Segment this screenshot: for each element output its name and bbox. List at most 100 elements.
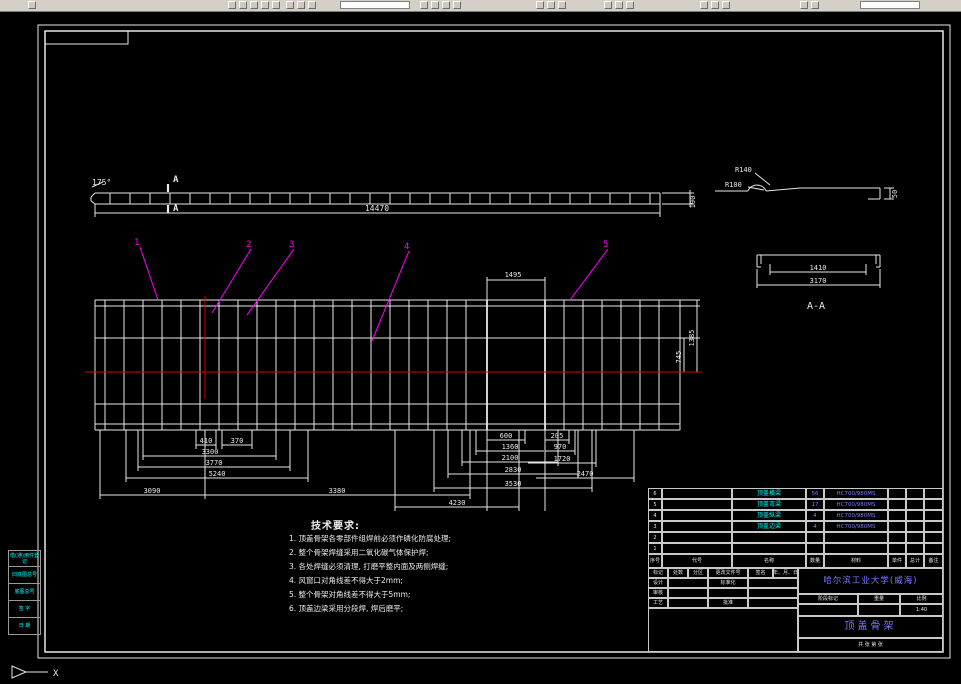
tech-req-line: 5. 整个骨架对角线差不得大于5mm; xyxy=(289,590,411,599)
tech-req-line: 6. 顶盖边梁采用分段焊, 焊后磨平; xyxy=(289,604,404,613)
toolbar-button[interactable] xyxy=(558,1,566,9)
dimension-text: 4230 xyxy=(449,499,466,507)
parts-row-cell xyxy=(662,543,732,554)
dimension-text: 205 xyxy=(551,432,564,440)
toolbar-field[interactable] xyxy=(860,1,920,9)
parts-row-cell xyxy=(662,499,732,510)
dimension-text: 1410 xyxy=(810,264,827,272)
parts-row-cell xyxy=(924,532,943,543)
toolbar-button[interactable] xyxy=(420,1,428,9)
parts-row-cell xyxy=(924,488,943,499)
toolbar-button[interactable] xyxy=(228,1,236,9)
parts-row-cell: 顶盖弯梁 xyxy=(732,499,806,510)
toolbar-button[interactable] xyxy=(261,1,269,9)
model-space[interactable]: 175° A A 14470 190 R140 R100 50 1410 3170 A-A 1 2 3 4 5… xyxy=(0,11,961,684)
toolbar-button[interactable] xyxy=(626,1,634,9)
parts-row-cell xyxy=(924,499,943,510)
parts-row-cell xyxy=(888,499,906,510)
parts-header-total: 总计 xyxy=(906,554,924,568)
dimension-text: 1495 xyxy=(505,271,522,279)
dimension-text: 600 xyxy=(500,432,513,440)
toolbar-button[interactable] xyxy=(811,1,819,9)
dimension-text: 50 xyxy=(891,190,899,198)
toolbar-button[interactable] xyxy=(286,1,294,9)
toolbar-button[interactable] xyxy=(272,1,280,9)
toolbar-button[interactable] xyxy=(250,1,258,9)
toolbar-button[interactable] xyxy=(615,1,623,9)
dimension-text: 3170 xyxy=(810,277,827,285)
tb-label-audit: 审核 xyxy=(648,588,668,598)
tb-scale-value: 1:40 xyxy=(900,604,943,616)
parts-row-cell: 顶盖横梁 xyxy=(732,488,806,499)
toolbar-field[interactable] xyxy=(340,1,410,9)
parts-row-cell xyxy=(906,488,924,499)
drawing-line xyxy=(747,186,765,191)
toolbar-button[interactable] xyxy=(442,1,450,9)
parts-row-cell: 1 xyxy=(648,543,662,554)
tb-label-zone: 分区 xyxy=(688,568,708,578)
dimension-text: 190 xyxy=(689,196,697,209)
parts-row-cell xyxy=(906,532,924,543)
dimension-text: A xyxy=(173,204,179,214)
toolbar-button[interactable] xyxy=(453,1,461,9)
tech-req-line: 1. 顶盖骨架各零部件组焊前必须作磷化防腐处理; xyxy=(289,534,452,543)
toolbar-button[interactable] xyxy=(297,1,305,9)
dimension-text: 5 xyxy=(603,240,608,250)
toolbar-button[interactable] xyxy=(722,1,730,9)
toolbar-button[interactable] xyxy=(800,1,808,9)
toolbar-button[interactable] xyxy=(239,1,247,9)
tb-label-approve: 批准 xyxy=(708,598,748,608)
dimension-text: 3300 xyxy=(202,448,219,456)
parts-row-cell xyxy=(906,543,924,554)
tb-label-standardization: 标准化 xyxy=(708,578,748,588)
ucs-icon xyxy=(11,665,28,679)
toolbar-button[interactable] xyxy=(431,1,439,9)
drawing-line xyxy=(139,246,159,301)
dimension-text: 2470 xyxy=(577,470,594,478)
tb-cell-empty xyxy=(748,598,798,608)
parts-row-cell xyxy=(732,543,806,554)
drawing-line xyxy=(569,248,609,301)
parts-row-cell xyxy=(906,510,924,521)
tech-req-title: 技术要求: xyxy=(311,521,360,532)
toolbar-button[interactable] xyxy=(308,1,316,9)
title-block: 6 顶盖横梁 56 HC700/980MS 5 顶盖弯梁 17 HC700/980MS 4 顶盖纵… xyxy=(648,488,943,652)
parts-row-cell: 顶盖纵梁 xyxy=(732,510,806,521)
drawing-line xyxy=(246,248,295,316)
drawing-line xyxy=(90,200,96,205)
tb-label-stage: 阶段标记 xyxy=(798,594,858,604)
tb-cell-empty xyxy=(668,598,708,608)
parts-row-cell xyxy=(662,521,732,532)
dimension-text: 3770 xyxy=(206,459,223,467)
tb-label-date: 年、月、日 xyxy=(773,568,798,578)
parts-row-cell: HC700/980MS xyxy=(824,488,888,499)
dimension-text: 1360 xyxy=(502,443,519,451)
parts-row-cell xyxy=(888,510,906,521)
parts-row-cell xyxy=(906,521,924,532)
dimension-text: 370 xyxy=(231,437,244,445)
toolbar-button[interactable] xyxy=(28,1,36,9)
dimension-text: 2830 xyxy=(505,466,522,474)
parts-header-no: 序号 xyxy=(648,554,662,568)
dimension-text: 1385 xyxy=(688,330,696,347)
toolbar-button[interactable] xyxy=(536,1,544,9)
toolbar-button[interactable] xyxy=(604,1,612,9)
dimension-text: 3380 xyxy=(329,487,346,495)
margin-row: 底图总号 xyxy=(8,584,41,601)
drawing-line xyxy=(211,248,252,314)
margin-row: 签 字 xyxy=(8,601,41,618)
parts-row-cell xyxy=(888,543,906,554)
toolbar-button[interactable] xyxy=(547,1,555,9)
parts-row-cell: 2 xyxy=(648,532,662,543)
toolbar-button[interactable] xyxy=(711,1,719,9)
parts-row-cell xyxy=(906,499,924,510)
dimension-text: 410 xyxy=(200,437,213,445)
dimension-text: X xyxy=(53,669,59,679)
toolbar-button[interactable] xyxy=(700,1,708,9)
technical-requirements: 技术要求: 1. 顶盖骨架各零部件组焊前必须作磷化防腐处理; 2. 整个骨架焊缝… xyxy=(289,517,509,616)
parts-row-cell xyxy=(662,510,732,521)
dimension-text: 2100 xyxy=(502,454,519,462)
tb-cell-empty xyxy=(858,604,900,616)
parts-row-cell: 4 xyxy=(806,510,824,521)
tb-label-scale: 比例 xyxy=(900,594,943,604)
